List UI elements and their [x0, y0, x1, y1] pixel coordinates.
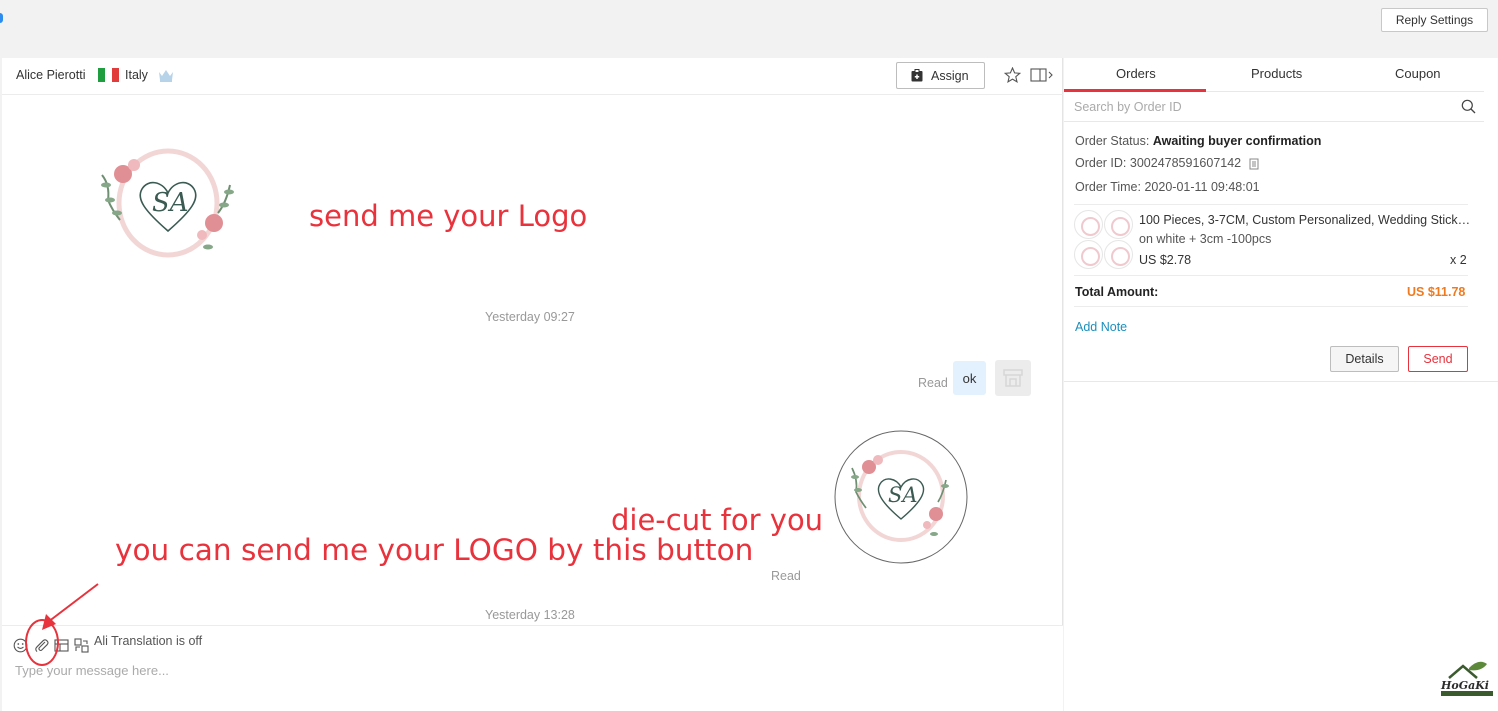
- order-status-value: Awaiting buyer confirmation: [1152, 134, 1322, 148]
- product-thumb: [1104, 240, 1133, 269]
- order-status: Order Status: Awaiting buyer confirmatio…: [1075, 134, 1321, 148]
- product-variant: on white + 3cm -100pcs: [1139, 232, 1272, 246]
- product-thumbnail[interactable]: [1074, 210, 1133, 269]
- order-side-panel: Orders Products Coupon Order Status: Awa…: [1064, 58, 1498, 711]
- translate-icon[interactable]: [74, 638, 89, 653]
- star-icon[interactable]: [1004, 67, 1021, 83]
- order-time-label: Order Time:: [1075, 180, 1141, 194]
- shop-avatar: [995, 360, 1031, 396]
- order-id-value: 3002478591607142: [1129, 156, 1242, 170]
- product-quantity: x 2: [1450, 253, 1467, 267]
- hogaki-watermark-logo: HoGaKi: [1440, 661, 1493, 696]
- annotation-send-logo: send me your Logo: [309, 199, 588, 233]
- store-icon: [1003, 369, 1023, 387]
- tab-products[interactable]: Products: [1251, 66, 1302, 81]
- order-id-label: Order ID:: [1075, 156, 1127, 170]
- divider: [1074, 204, 1468, 205]
- tab-orders[interactable]: Orders: [1116, 66, 1156, 81]
- product-thumb: [1074, 210, 1103, 239]
- read-receipt: Read: [918, 376, 948, 390]
- order-search-input[interactable]: [1074, 98, 1444, 116]
- total-amount-value: US $11.78: [1407, 285, 1466, 299]
- logo-image-message[interactable]: SA: [90, 145, 242, 263]
- message-input[interactable]: [15, 660, 915, 680]
- search-icon[interactable]: [1461, 99, 1476, 114]
- order-status-label: Order Status:: [1075, 134, 1150, 148]
- svg-text:SA: SA: [152, 188, 189, 218]
- crown-icon: [159, 70, 173, 82]
- message-timestamp: Yesterday 09:27: [485, 310, 575, 324]
- customer-country: Italy: [125, 68, 148, 82]
- customer-name[interactable]: Alice Pierotti: [16, 68, 85, 82]
- divider: [1074, 306, 1468, 307]
- assign-label: Assign: [931, 68, 969, 83]
- product-price: US $2.78: [1139, 253, 1192, 267]
- annotation-button-hint: you can send me your LOGO by this button: [115, 533, 754, 567]
- order-time-value: 2020-01-11 09:48:01: [1144, 180, 1260, 194]
- italy-flag-icon: [98, 68, 119, 82]
- panel-toggle-icon[interactable]: [1030, 68, 1054, 83]
- annotation-circle: [25, 619, 59, 666]
- side-tabs: Orders Products Coupon: [1064, 58, 1484, 92]
- assign-icon: [911, 69, 923, 82]
- order-id: Order ID: 3002478591607142: [1075, 156, 1259, 170]
- product-thumb: [1074, 240, 1103, 269]
- svg-text:SA: SA: [888, 483, 918, 507]
- order-time: Order Time: 2020-01-11 09:48:01: [1075, 180, 1260, 194]
- top-bar: Reply Settings: [0, 0, 1498, 58]
- divider: [1064, 381, 1498, 382]
- message-bubble[interactable]: ok: [953, 361, 986, 395]
- message-composer: Ali Translation is off: [2, 625, 1063, 711]
- send-order-button[interactable]: Send: [1408, 346, 1468, 372]
- die-cut-image-message[interactable]: SA: [834, 430, 968, 564]
- translation-status[interactable]: Ali Translation is off: [94, 634, 202, 648]
- total-amount-label: Total Amount:: [1075, 285, 1159, 299]
- details-button[interactable]: Details: [1330, 346, 1399, 372]
- add-note-link[interactable]: Add Note: [1075, 320, 1127, 334]
- tab-coupon[interactable]: Coupon: [1395, 66, 1441, 81]
- annotation-die-cut: die-cut for you: [611, 503, 824, 537]
- divider: [1074, 275, 1468, 276]
- reply-settings-button[interactable]: Reply Settings: [1381, 8, 1488, 32]
- message-timestamp: Yesterday 13:28: [485, 608, 575, 622]
- read-receipt: Read: [771, 569, 801, 583]
- copy-icon[interactable]: [1249, 158, 1259, 170]
- assign-button[interactable]: Assign: [896, 62, 985, 89]
- svg-text:HoGaKi: HoGaKi: [1440, 679, 1489, 692]
- order-search: [1064, 92, 1484, 122]
- status-dot: [0, 13, 3, 23]
- product-title[interactable]: 100 Pieces, 3-7CM, Custom Personalized, …: [1139, 213, 1471, 227]
- product-thumb: [1104, 210, 1133, 239]
- chat-header: Alice Pierotti Italy Assign: [2, 58, 1063, 95]
- chat-panel: Alice Pierotti Italy Assign SA send me y…: [2, 58, 1063, 711]
